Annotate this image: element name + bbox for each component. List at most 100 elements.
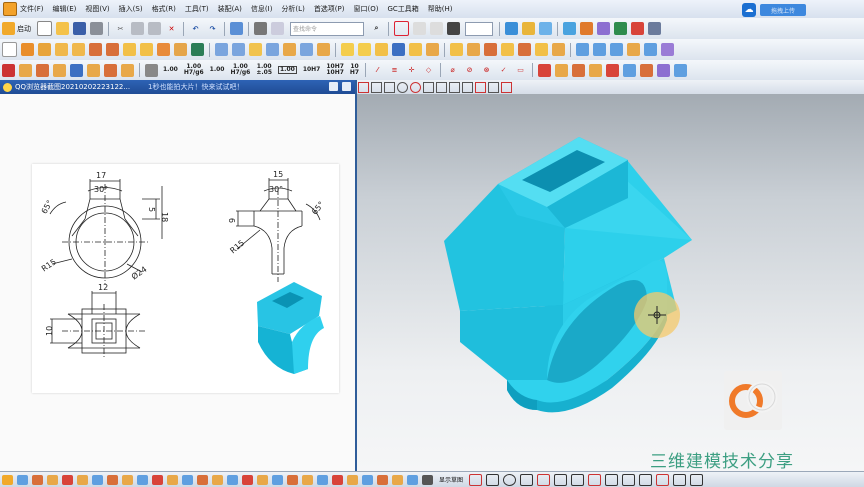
spline-tool-icon[interactable]: [537, 473, 551, 486]
viewer-title-bar[interactable]: QQ浏览器截图20210202223122... 1秒也能拍大片！快来试试吧！: [0, 80, 355, 94]
menu-help[interactable]: 帮助(H): [428, 4, 453, 14]
datum-feature-icon[interactable]: ⊘: [463, 64, 476, 77]
layer-icon[interactable]: [230, 22, 243, 35]
fit-label-2[interactable]: 1.00 H7/g6: [184, 64, 204, 76]
intersection-icon[interactable]: [122, 474, 133, 485]
view-front-icon[interactable]: [522, 22, 535, 35]
move-face-icon[interactable]: [501, 43, 514, 56]
mirror-tool-icon[interactable]: [656, 473, 670, 486]
gdt-icon[interactable]: ⌀: [446, 64, 459, 77]
menu-file[interactable]: 文件(F): [20, 4, 44, 14]
window-icon[interactable]: [271, 22, 284, 35]
start-icon[interactable]: [2, 22, 15, 35]
dimension-icon[interactable]: [145, 63, 158, 77]
trim-body-icon[interactable]: [266, 43, 279, 56]
copy-icon[interactable]: [131, 22, 144, 35]
command-search-icon[interactable]: ⌕: [370, 22, 383, 35]
hatch-icon[interactable]: ≡: [388, 64, 401, 77]
patch-icon[interactable]: [484, 43, 497, 56]
resize-icon[interactable]: [552, 43, 565, 56]
filter-icon[interactable]: [17, 474, 28, 485]
assembly-constraint-icon[interactable]: [317, 474, 328, 485]
unite-icon[interactable]: [215, 43, 228, 56]
sketch-rect-icon[interactable]: [436, 81, 447, 93]
grid-snap-icon[interactable]: [272, 474, 283, 485]
view-iso-icon[interactable]: [539, 22, 552, 35]
start-button[interactable]: 启动: [17, 24, 31, 34]
datum-icon[interactable]: [191, 43, 204, 56]
render-style-icon[interactable]: [447, 22, 460, 35]
extend-tool-icon[interactable]: [605, 473, 619, 486]
menu-view[interactable]: 视图(V): [85, 4, 109, 14]
pole-icon[interactable]: [242, 474, 253, 485]
part-nav-icon[interactable]: [47, 474, 58, 485]
sketch-chamfer-icon[interactable]: [475, 81, 486, 93]
surface-finish-icon[interactable]: ✓: [497, 64, 510, 77]
rectangle-tool-icon[interactable]: [520, 473, 534, 486]
centerline-icon[interactable]: ✛: [405, 64, 418, 77]
display-icon[interactable]: [254, 22, 267, 35]
view-orient-icon[interactable]: [505, 22, 518, 35]
delete-face-icon[interactable]: [518, 43, 531, 56]
menu-tools[interactable]: 工具(T): [185, 4, 209, 14]
sketch-display-label[interactable]: 显示草图: [439, 475, 463, 484]
edge-display-icon[interactable]: [555, 63, 569, 77]
fit-label-3[interactable]: 1.00: [210, 67, 225, 73]
layer-settings-icon[interactable]: [407, 474, 418, 485]
sphere-icon[interactable]: [106, 43, 119, 56]
sketch-circle-icon[interactable]: [397, 81, 408, 93]
sketch-display-icon[interactable]: [422, 474, 433, 485]
line-tool-icon[interactable]: [486, 473, 500, 486]
sketch-point-icon[interactable]: [423, 81, 434, 93]
fit-label-4[interactable]: 1.00 H7/g6: [230, 64, 250, 76]
chamfer-icon[interactable]: [358, 43, 371, 56]
ruler-icon[interactable]: [648, 22, 661, 35]
synchro-icon[interactable]: [614, 22, 627, 35]
edge-blend-icon[interactable]: [341, 43, 354, 56]
cut-icon[interactable]: ✂: [114, 22, 127, 35]
circle-tool-icon[interactable]: [503, 473, 517, 486]
sew-icon[interactable]: [467, 43, 480, 56]
annotation-icon[interactable]: [19, 63, 32, 77]
profile-icon[interactable]: [358, 81, 369, 93]
split-body-icon[interactable]: [283, 43, 296, 56]
spline-icon[interactable]: [627, 43, 640, 56]
rib-icon[interactable]: [53, 63, 66, 77]
subtract-icon[interactable]: [232, 43, 245, 56]
sketch-trim-icon[interactable]: [488, 81, 499, 93]
end-point-icon[interactable]: [77, 474, 88, 485]
menu-edit[interactable]: 编辑(E): [53, 4, 77, 14]
color-icon[interactable]: [640, 63, 654, 77]
sketch-extend-icon[interactable]: [501, 81, 512, 93]
camera-icon[interactable]: [674, 63, 688, 77]
fit-label-9[interactable]: 10 H7: [350, 64, 359, 76]
analysis-icon[interactable]: [597, 22, 610, 35]
menu-gc-toolbox[interactable]: GC工具箱: [387, 4, 418, 14]
menu-assembly[interactable]: 装配(A): [218, 4, 242, 14]
on-curve-icon[interactable]: [167, 474, 178, 485]
line-icon[interactable]: [593, 43, 606, 56]
upload-button[interactable]: 拖拽上传: [760, 4, 806, 16]
spring-icon[interactable]: [87, 63, 100, 77]
visibility-icon[interactable]: [377, 474, 388, 485]
point-on-icon[interactable]: [287, 474, 298, 485]
menu-window[interactable]: 窗口(O): [354, 4, 379, 14]
shell-icon[interactable]: [375, 43, 388, 56]
work-layer-icon[interactable]: [362, 474, 373, 485]
gear-tool-icon[interactable]: [70, 63, 83, 77]
hide-icon[interactable]: [572, 63, 586, 77]
wcs-icon[interactable]: [623, 63, 637, 77]
material-icon[interactable]: [657, 63, 671, 77]
face-icon[interactable]: [631, 22, 644, 35]
symbol-icon[interactable]: ◇: [422, 64, 435, 77]
assembly-icon[interactable]: [32, 474, 43, 485]
intersect-icon[interactable]: [249, 43, 262, 56]
save-icon[interactable]: [73, 22, 86, 35]
sketch-ellipse-icon[interactable]: [410, 81, 421, 93]
bolt-icon[interactable]: [104, 63, 117, 77]
quadrant-icon[interactable]: [152, 474, 163, 485]
fit-label-5[interactable]: 1.00 ±.05: [256, 64, 272, 76]
pattern-icon[interactable]: [317, 43, 330, 56]
sketch-fillet-icon[interactable]: [462, 81, 473, 93]
delete-icon[interactable]: ✕: [165, 22, 178, 35]
